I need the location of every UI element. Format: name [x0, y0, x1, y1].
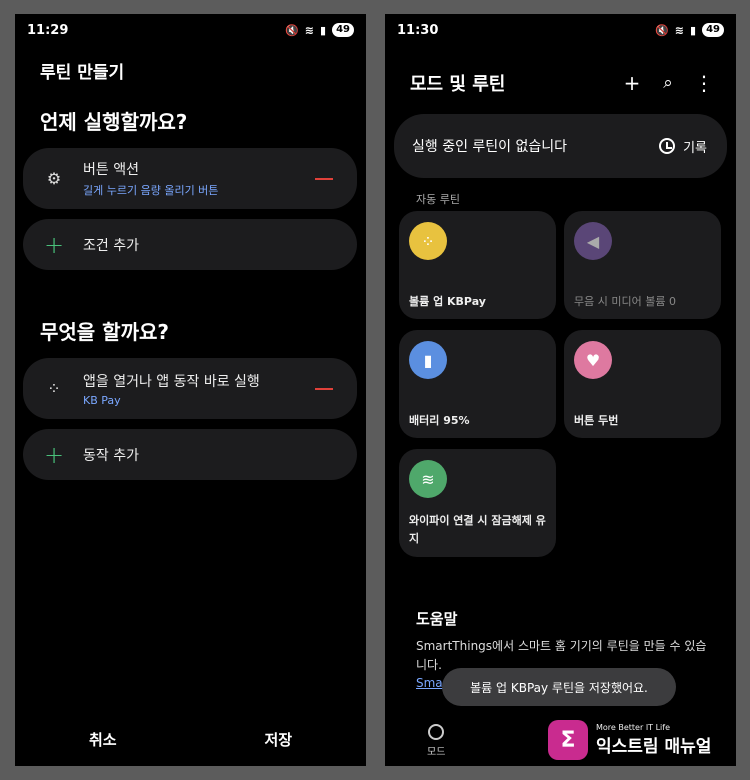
search-icon[interactable]: ⌕ — [650, 73, 686, 93]
battery-badge: 49 — [332, 23, 354, 37]
nav-modes[interactable]: 모드 — [427, 724, 445, 758]
remove-trigger-icon[interactable] — [315, 177, 333, 180]
page-title: 루틴 만들기 — [40, 63, 125, 83]
button-action-icon: ⚙ — [46, 169, 62, 188]
wifi-icon: ≋ — [304, 23, 315, 37]
status-time: 11:29 — [27, 22, 69, 38]
history-button[interactable]: 기록 — [659, 137, 707, 156]
action-title: 앱을 열거나 앱 동작 바로 실행 — [83, 373, 260, 390]
more-options-icon[interactable]: ⋮ — [686, 71, 722, 95]
saved-toast: 볼륨 업 KBPay 루틴을 저장했어요. — [442, 668, 676, 706]
clock-icon — [659, 138, 676, 154]
routine-tile[interactable]: ≋ 와이파이 연결 시 잠금해제 유지 — [399, 449, 556, 557]
what-heading: 무엇을 할까요? — [40, 320, 169, 344]
action-subtitle: KB Pay — [83, 393, 121, 407]
routine-label: 볼륨 업 KBPay — [409, 295, 486, 308]
modes-routines-screen: 11:30 🔇 ≋ ▮ 49 모드 및 루틴 + ⌕ ⋮ 실행 중인 루틴이 없… — [385, 14, 736, 766]
cancel-button[interactable]: 취소 — [89, 729, 117, 750]
wifi-icon: ≋ — [674, 23, 685, 37]
heart-icon: ♥ — [574, 341, 612, 379]
apps-icon: ⁘ — [409, 222, 447, 260]
status-bar: 11:30 🔇 ≋ ▮ 49 — [385, 14, 736, 46]
page-title: 모드 및 루틴 — [410, 74, 506, 95]
signal-icon: ▮ — [690, 23, 697, 37]
trigger-card[interactable]: ⚙ 버튼 액션 길게 누르기 음량 올리기 버튼 — [23, 148, 357, 209]
routine-create-screen: 11:29 🔇 ≋ ▮ 49 루틴 만들기 언제 실행할까요? ⚙ 버튼 액션 … — [15, 14, 366, 766]
routine-tile[interactable]: ▮ 배터리 95% — [399, 330, 556, 438]
mute-icon: 🔇 — [285, 23, 299, 37]
mute-icon: 🔇 — [655, 23, 669, 37]
wifi-icon: ≋ — [409, 460, 447, 498]
watermark-logo: Σ More Better IT Life 익스트림 매뉴얼 — [548, 720, 711, 760]
status-time: 11:30 — [397, 22, 439, 38]
plus-icon: + — [43, 230, 65, 259]
routine-label: 와이파이 연결 시 잠금해제 유지 — [409, 514, 546, 545]
signal-icon: ▮ — [320, 23, 327, 37]
routine-label: 무음 시 미디어 볼륨 0 — [574, 295, 676, 308]
routine-tile[interactable]: ♥ 버튼 두번 — [564, 330, 721, 438]
routine-tile[interactable]: ◀ 무음 시 미디어 볼륨 0 — [564, 211, 721, 319]
logo-icon: Σ — [548, 720, 588, 760]
action-card[interactable]: ⁘ 앱을 열거나 앱 동작 바로 실행 KB Pay — [23, 358, 357, 419]
history-label: 기록 — [683, 140, 707, 156]
routine-tile[interactable]: ⁘ 볼륨 업 KBPay — [399, 211, 556, 319]
speaker-icon: ◀ — [574, 222, 612, 260]
battery-badge: 49 — [702, 23, 724, 37]
add-condition-button[interactable]: + 조건 추가 — [23, 219, 357, 270]
app-grid-icon: ⁘ — [47, 379, 61, 398]
save-button[interactable]: 저장 — [264, 729, 292, 750]
logo-name: 익스트림 매뉴얼 — [596, 737, 712, 757]
add-icon[interactable]: + — [614, 71, 650, 95]
help-title: 도움말 — [416, 610, 458, 628]
battery-icon: ▮ — [409, 341, 447, 379]
logo-tagline: More Better IT Life — [596, 723, 671, 732]
add-action-label: 동작 추가 — [83, 447, 139, 464]
trigger-title: 버튼 액션 — [83, 162, 139, 178]
add-action-button[interactable]: + 동작 추가 — [23, 429, 357, 480]
nav-modes-label: 모드 — [427, 747, 446, 758]
add-condition-label: 조건 추가 — [83, 237, 139, 254]
status-bar: 11:29 🔇 ≋ ▮ 49 — [15, 14, 366, 46]
trigger-subtitle: 길게 누르기 음량 올리기 버튼 — [83, 184, 219, 197]
auto-routines-label: 자동 루틴 — [416, 193, 460, 206]
plus-icon: + — [43, 440, 65, 469]
routine-label: 배터리 95% — [409, 414, 470, 427]
running-routines-banner: 실행 중인 루틴이 없습니다 기록 — [394, 114, 727, 178]
routine-label: 버튼 두번 — [574, 414, 619, 427]
no-running-text: 실행 중인 루틴이 없습니다 — [412, 139, 568, 155]
remove-action-icon[interactable] — [315, 387, 333, 390]
when-heading: 언제 실행할까요? — [40, 110, 188, 134]
modes-icon — [428, 724, 445, 740]
